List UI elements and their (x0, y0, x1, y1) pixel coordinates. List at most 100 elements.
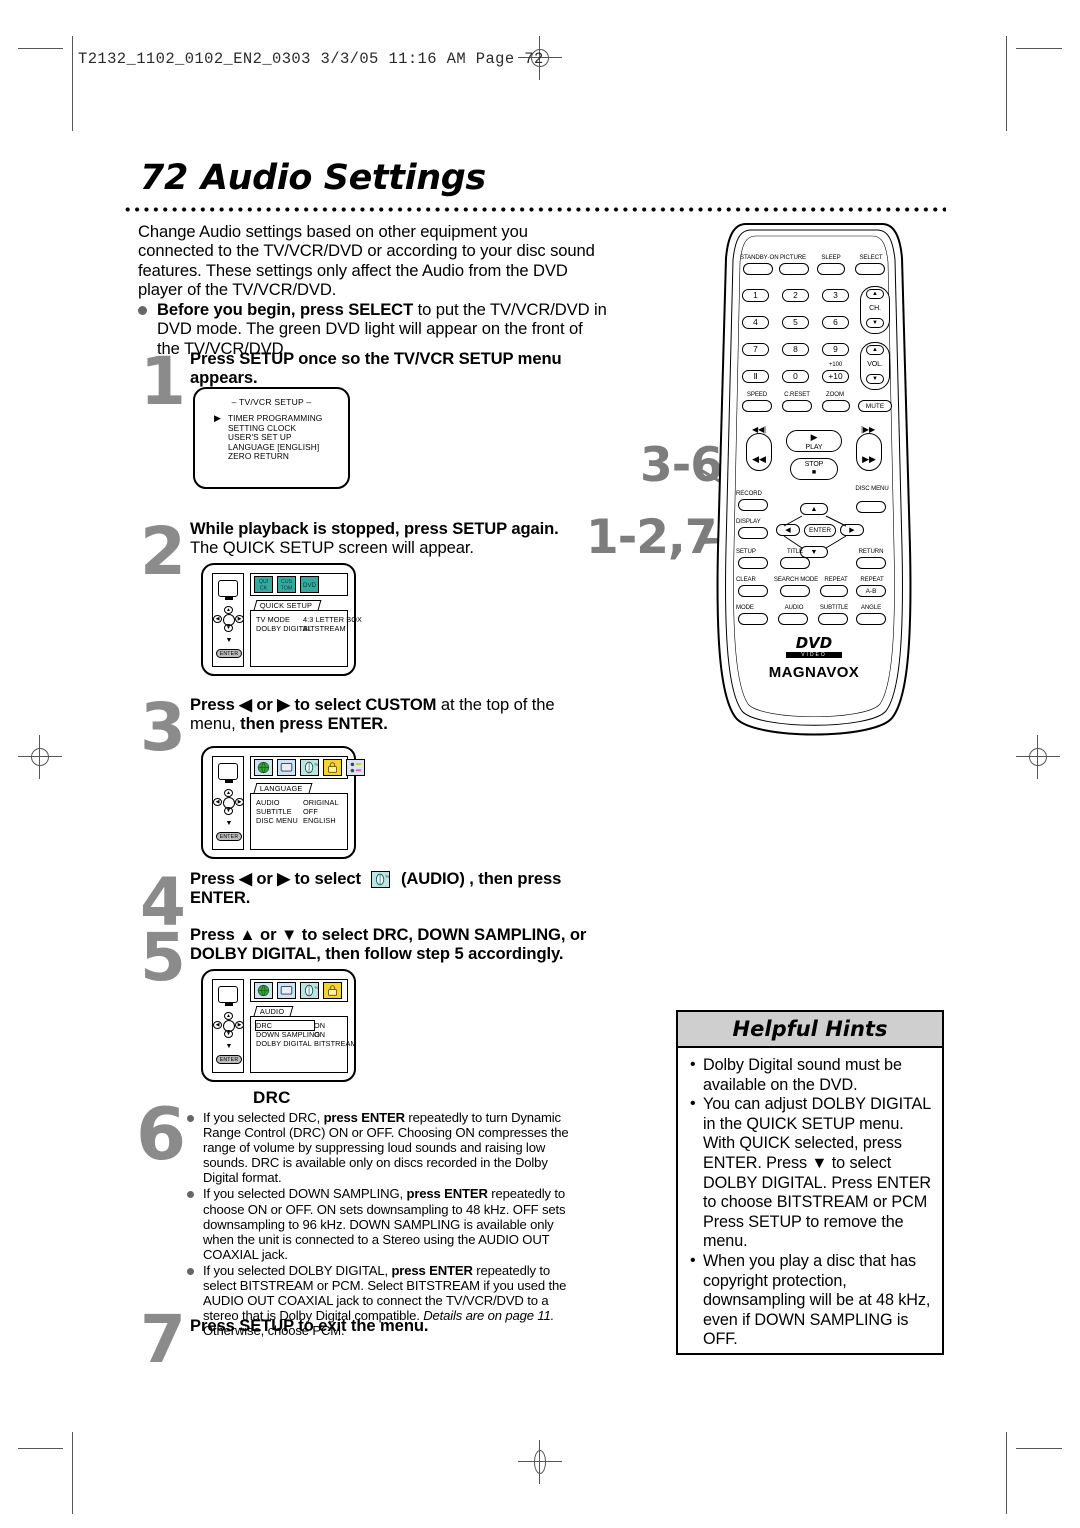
osd-row: AUDIO ORIGINAL (256, 798, 346, 807)
dpad-right-icon: ▶ (235, 1021, 244, 1029)
remote-button-record[interactable] (738, 499, 768, 511)
remote-button-angle[interactable] (856, 613, 886, 625)
remote-button-title[interactable] (780, 557, 810, 569)
remote-button-creset[interactable] (782, 400, 812, 412)
remote-volume-down-button[interactable]: ▼ (866, 374, 884, 384)
globe-icon (254, 982, 273, 999)
audio-icon: % (300, 982, 319, 999)
remote-channel-up-button[interactable]: ▲ (866, 289, 884, 299)
osd-items-tvvcr: ▶ TIMER PROGRAMMING SETTING CLOCK USER'S… (214, 413, 322, 462)
remote-button-rewind[interactable]: ◀◀ (746, 433, 772, 471)
remote-button-subtitle[interactable] (818, 613, 848, 625)
osd-screen-audio: ▲ ▼ ◀ ▶ ▼ ENTER % AUDIO DRC ON DOWN SAMP… (201, 969, 357, 1082)
remote-button-clear[interactable] (738, 585, 768, 597)
remote-button-select[interactable] (855, 263, 885, 275)
remote-button-picture[interactable] (779, 263, 809, 275)
remote-key-7[interactable]: 7 (742, 343, 769, 356)
remote-button-mute[interactable]: MUTE (858, 400, 892, 412)
remote-volume-up-button[interactable]: ▲ (866, 345, 884, 355)
osd-sidebar-language: ▲ ▼ ◀ ▶ ▼ ENTER (212, 756, 244, 850)
dpad-up-icon: ▲ (224, 789, 233, 797)
remote-label-disc-menu: DISC MENU (854, 485, 890, 492)
remote-key-pause[interactable]: Ⅱ (742, 370, 769, 383)
remote-channel-down-button[interactable]: ▼ (866, 318, 884, 328)
svg-text:TOM: TOM (281, 585, 293, 591)
remote-key-0[interactable]: 0 (782, 370, 809, 383)
remote-key-2[interactable]: 2 (782, 289, 809, 302)
remote-button-mode[interactable] (738, 613, 768, 625)
s6-b1-a: If you selected DRC, (203, 1110, 324, 1125)
step-text-4: Press ◀ or ▶ to select % (AUDIO) , then … (190, 869, 600, 908)
remote-icon-stop-square: ■ (811, 469, 817, 476)
remote-label-record: RECORD (736, 490, 762, 497)
dpad-right-icon: ▶ (235, 615, 244, 623)
remote-label-title: TITLE (786, 548, 804, 555)
osd-screen-language: ▲ ▼ ◀ ▶ ▼ ENTER % LANGUAGE AUDIO ORIGINA… (201, 746, 365, 859)
lock-icon (323, 982, 342, 999)
enter-key-icon: ENTER (216, 649, 242, 658)
registration-mark-right (1016, 735, 1060, 779)
osd-row: DISC MENU ENGLISH (256, 816, 346, 825)
step-5-bold: Press ▲ or ▼ to select DRC, DOWN SAMPLIN… (190, 925, 587, 964)
step-number-3: 3 (140, 689, 186, 766)
remote-label-zoom: ZOOM (826, 391, 844, 398)
audio-icon: % (300, 759, 319, 776)
remote-label-sleep: SLEEP (821, 254, 841, 261)
osd-icons-quick: QUI CK CUS TOM DVD (254, 576, 319, 593)
osd-row-label-selected: DRC (254, 1019, 316, 1032)
remote-button-audio[interactable] (778, 613, 808, 625)
svg-text:%: % (386, 874, 390, 879)
remote-dpad-right-button[interactable]: ▶ (840, 524, 864, 536)
dpad-down-icon: ▼ (224, 624, 233, 632)
remote-button-standby[interactable] (743, 263, 773, 275)
remote-label-vol: VOL. (867, 361, 883, 368)
remote-label-select: SELECT (859, 254, 883, 261)
remote-key-plus10[interactable]: +10 (822, 370, 849, 383)
globe-icon (254, 759, 273, 776)
osd-icon-bar-audio: % (250, 979, 348, 1002)
dvd-logo-text: DVD (795, 634, 833, 652)
tv-icon (218, 763, 238, 783)
remote-key-9[interactable]: 9 (822, 343, 849, 356)
remote-dpad-left-button[interactable]: ◀ (776, 524, 800, 536)
remote-label-plus100: +100 (828, 361, 843, 368)
remote-button-zoom[interactable] (822, 400, 850, 412)
remote-dpad-up-button[interactable]: ▲ (800, 503, 828, 515)
page-number: 72 (140, 158, 188, 198)
step-number-7: 7 (140, 1301, 186, 1378)
remote-button-return[interactable] (856, 557, 886, 569)
osd-row: DOLBY DIGITAL BITSTREAM (256, 1039, 357, 1048)
remote-button-repeat-ab[interactable]: A-B (856, 585, 886, 597)
remote-label-disc-menu-text: DISC MENU (855, 485, 889, 492)
bullet-dot-icon (187, 1267, 194, 1275)
osd-row: SUBTITLE OFF (256, 807, 346, 816)
remote-key-8[interactable]: 8 (782, 343, 809, 356)
remote-label-play: PLAY (805, 444, 823, 451)
remote-label-search-mode: SEARCH MODE (773, 576, 819, 583)
dpad-down-icon: ▼ (224, 807, 233, 815)
remote-key-4[interactable]: 4 (742, 316, 769, 329)
remote-key-5[interactable]: 5 (782, 316, 809, 329)
svg-text:DVD: DVD (303, 582, 317, 589)
remote-label-clear: CLEAR (736, 576, 756, 583)
remote-button-repeat[interactable] (820, 585, 848, 597)
remote-button-display[interactable] (738, 527, 768, 539)
remote-button-sleep[interactable] (817, 263, 845, 275)
bullet-dot-icon: • (690, 1251, 696, 1269)
remote-button-setup[interactable] (738, 557, 768, 569)
remote-button-speed[interactable] (742, 400, 772, 412)
dvd-video-logo: DVD VIDEO (786, 636, 842, 658)
remote-key-6[interactable]: 6 (822, 316, 849, 329)
crop-mark-bottom-right-h (1016, 1448, 1062, 1449)
remote-button-search-mode[interactable] (780, 585, 810, 597)
remote-button-forward[interactable]: ▶▶ (856, 433, 882, 471)
remote-key-1[interactable]: 1 (742, 289, 769, 302)
step-text-5: Press ▲ or ▼ to select DRC, DOWN SAMPLIN… (190, 925, 600, 964)
osd-row-value: ON (314, 1021, 326, 1030)
remote-enter-button[interactable]: ENTER (804, 524, 836, 537)
remote-button-disc-menu[interactable] (856, 501, 886, 513)
dpad-down-icon: ▼ (224, 1030, 233, 1038)
osd-row-value: ON (314, 1030, 326, 1040)
remote-key-3[interactable]: 3 (822, 289, 849, 302)
osd-sidebar-quick: ▲ ▼ ◀ ▶ ▼ ENTER (212, 573, 244, 667)
